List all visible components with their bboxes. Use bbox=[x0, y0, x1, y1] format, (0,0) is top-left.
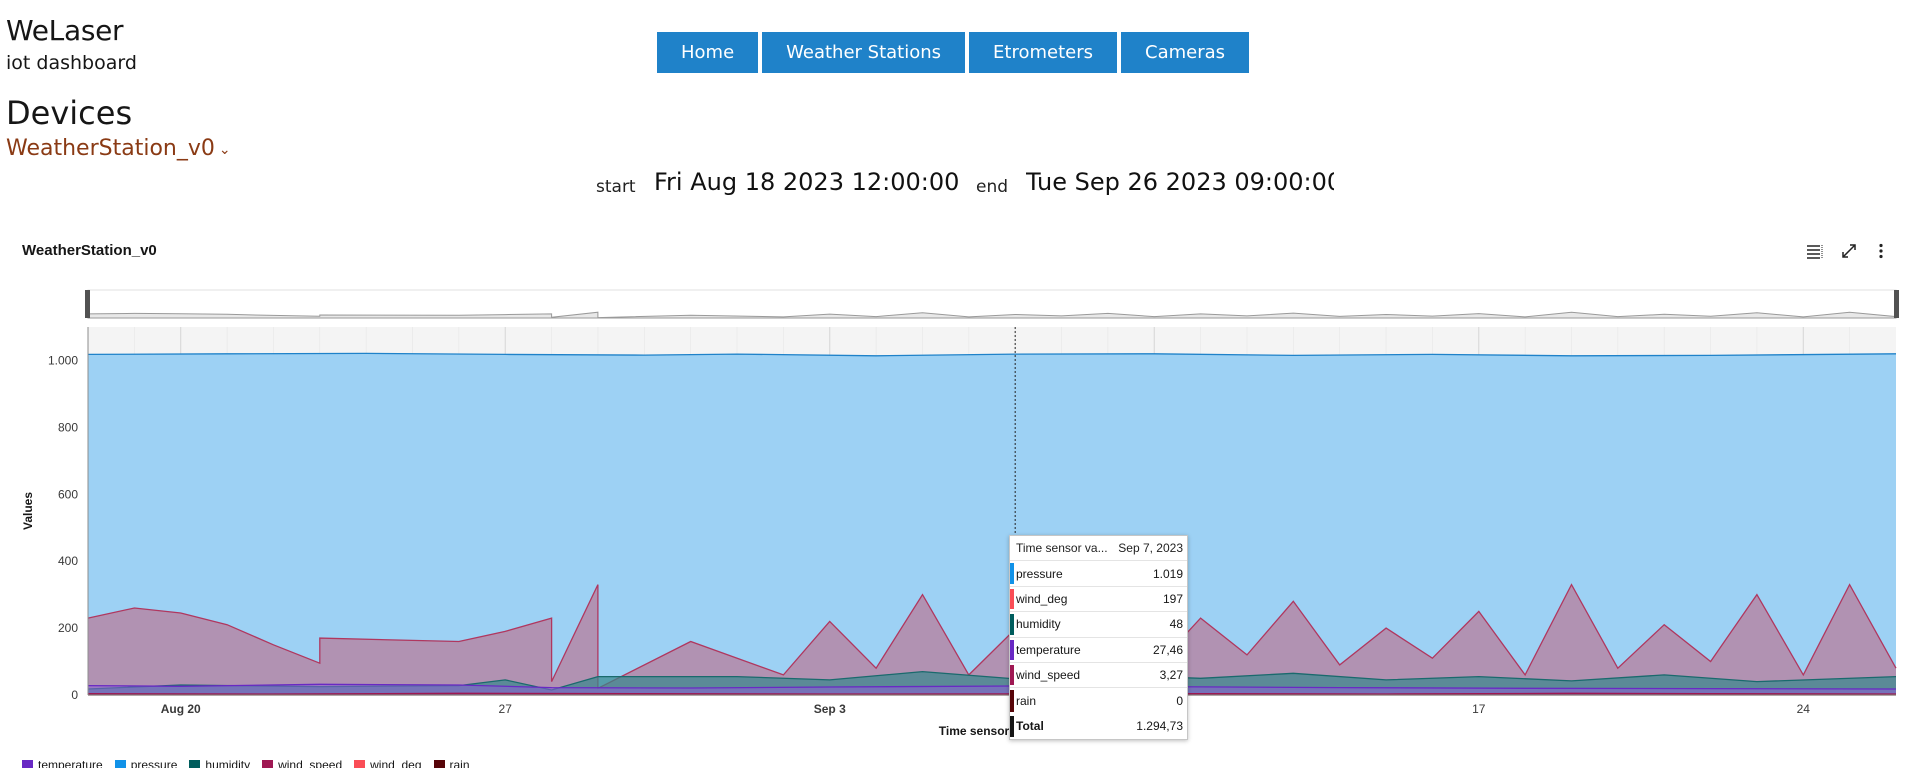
devices-heading: Devices bbox=[6, 94, 133, 132]
y-tick-label: 400 bbox=[58, 554, 78, 568]
chart-tooltip: Time sensor va... Sep 7, 2023 pressure 1.… bbox=[1009, 535, 1188, 741]
x-tick-label: Aug 20 bbox=[161, 702, 201, 716]
tooltip-total-label: Total bbox=[1016, 719, 1044, 734]
tooltip-row-value: 1.019 bbox=[1152, 566, 1183, 581]
tooltip-swatch bbox=[1010, 690, 1014, 712]
y-tick-label: 200 bbox=[58, 621, 78, 635]
x-tick-label: 27 bbox=[499, 702, 513, 716]
legend-label: wind_deg bbox=[370, 758, 422, 768]
legend-label: temperature bbox=[38, 758, 103, 768]
nav-cameras-button[interactable]: Cameras bbox=[1121, 32, 1250, 73]
tooltip-header-label: Time sensor va... bbox=[1016, 541, 1108, 556]
y-tick-label: 800 bbox=[58, 420, 78, 434]
wind_speed-line bbox=[87, 692, 1897, 695]
legend-label: humidity bbox=[205, 758, 251, 768]
tooltip-row-label: wind_deg bbox=[1016, 591, 1068, 606]
tooltip-swatch bbox=[1010, 639, 1014, 660]
nav-weather-stations-button[interactable]: Weather Stations bbox=[762, 32, 966, 73]
tooltip-row-label: humidity bbox=[1016, 617, 1061, 632]
tooltip-row-rain: rain 0 bbox=[1010, 688, 1187, 713]
app-subtitle: iot dashboard bbox=[6, 52, 137, 74]
legend-item-wind-speed[interactable]: wind_speed bbox=[262, 758, 342, 768]
legend-item-wind-deg[interactable]: wind_deg bbox=[354, 758, 422, 768]
tooltip-total-value: 1.294,73 bbox=[1136, 719, 1183, 734]
legend-swatch bbox=[262, 759, 274, 768]
minimap-handle-left bbox=[85, 290, 90, 318]
y-tick-label: 1.000 bbox=[48, 353, 78, 367]
tooltip-row-temperature: temperature 27,46 bbox=[1010, 638, 1187, 663]
tooltip-row-pressure: pressure 1.019 bbox=[1010, 561, 1187, 587]
chart-panel-title: WeatherStation_v0 bbox=[22, 242, 157, 259]
legend-swatch bbox=[189, 759, 201, 768]
nav-etrometers-button[interactable]: Etrometers bbox=[969, 32, 1118, 73]
y-axis-title: Values bbox=[21, 492, 35, 530]
y-tick-label: 600 bbox=[58, 487, 78, 501]
main-nav: Home Weather Stations Etrometers Cameras bbox=[657, 32, 1250, 73]
tooltip-row-value: 48 bbox=[1169, 617, 1183, 632]
legend-swatch bbox=[22, 759, 33, 768]
legend-item-rain[interactable]: rain bbox=[433, 758, 470, 768]
legend-swatch bbox=[433, 759, 445, 768]
minimap-frame bbox=[87, 289, 1897, 319]
x-tick-label: Sep 3 bbox=[814, 702, 846, 716]
legend-item-pressure[interactable]: pressure bbox=[114, 758, 178, 768]
tooltip-swatch bbox=[1010, 614, 1014, 635]
legend-swatch bbox=[354, 759, 366, 768]
x-tick-label: 17 bbox=[1472, 702, 1486, 716]
tooltip-swatch bbox=[1010, 563, 1014, 584]
tooltip-row-label: wind_speed bbox=[1016, 668, 1081, 683]
tooltip-row-value: 0 bbox=[1176, 694, 1183, 709]
end-date-input[interactable] bbox=[1026, 168, 1334, 196]
table-icon[interactable] bbox=[1802, 238, 1828, 264]
tooltip-row-value: 27,46 bbox=[1152, 642, 1183, 657]
x-tick-label: 24 bbox=[1797, 702, 1811, 716]
tooltip-row-value: 197 bbox=[1162, 591, 1183, 606]
legend-item-humidity[interactable]: humidity bbox=[189, 758, 250, 768]
minimap-handle-right bbox=[1894, 290, 1899, 318]
legend-label: rain bbox=[449, 758, 470, 768]
nav-home-button[interactable]: Home bbox=[657, 32, 759, 73]
tooltip-row-wind-deg: wind_deg 197 bbox=[1010, 587, 1187, 613]
tooltip-header-value: Sep 7, 2023 bbox=[1118, 541, 1183, 556]
tooltip-header: Time sensor va... Sep 7, 2023 bbox=[1010, 536, 1187, 562]
device-dropdown-value: WeatherStation_v0 bbox=[6, 136, 215, 161]
tooltip-row-humidity: humidity 48 bbox=[1010, 612, 1187, 638]
tooltip-row-value: 3,27 bbox=[1159, 668, 1183, 683]
tooltip-row-label: temperature bbox=[1016, 642, 1081, 657]
chevron-down-icon: ⌄ bbox=[218, 141, 231, 158]
x-axis-title: Time sensor bbox=[939, 724, 1010, 738]
chart-area[interactable]: 0 200 400 600 800 1.000 Aug 20 27 Sep 3 17 24 Value… bbox=[0, 280, 1908, 740]
legend-item-temperature[interactable]: temperature bbox=[22, 758, 103, 768]
tooltip-swatch bbox=[1010, 664, 1014, 686]
tooltip-row-wind-speed: wind_speed 3,27 bbox=[1010, 663, 1187, 689]
chart-legend: temperature pressure humidity wind_speed win… bbox=[22, 758, 470, 768]
tooltip-row-label: rain bbox=[1016, 694, 1037, 709]
overflow-menu-icon[interactable] bbox=[1868, 238, 1894, 264]
legend-swatch bbox=[114, 759, 126, 768]
tooltip-swatch bbox=[1010, 588, 1014, 610]
y-tick-label: 0 bbox=[71, 688, 78, 702]
device-dropdown[interactable]: WeatherStation_v0 ⌄ bbox=[6, 136, 231, 161]
end-label: end bbox=[976, 177, 1009, 197]
tooltip-total-row: Total 1.294,73 bbox=[1010, 714, 1187, 739]
fullscreen-icon[interactable] bbox=[1836, 238, 1862, 264]
tooltip-row-label: pressure bbox=[1016, 566, 1063, 581]
legend-label: pressure bbox=[130, 758, 178, 768]
app-title: WeLaser bbox=[6, 14, 124, 47]
start-label: start bbox=[596, 177, 636, 197]
legend-label: wind_speed bbox=[278, 758, 343, 768]
start-date-input[interactable] bbox=[654, 168, 964, 196]
